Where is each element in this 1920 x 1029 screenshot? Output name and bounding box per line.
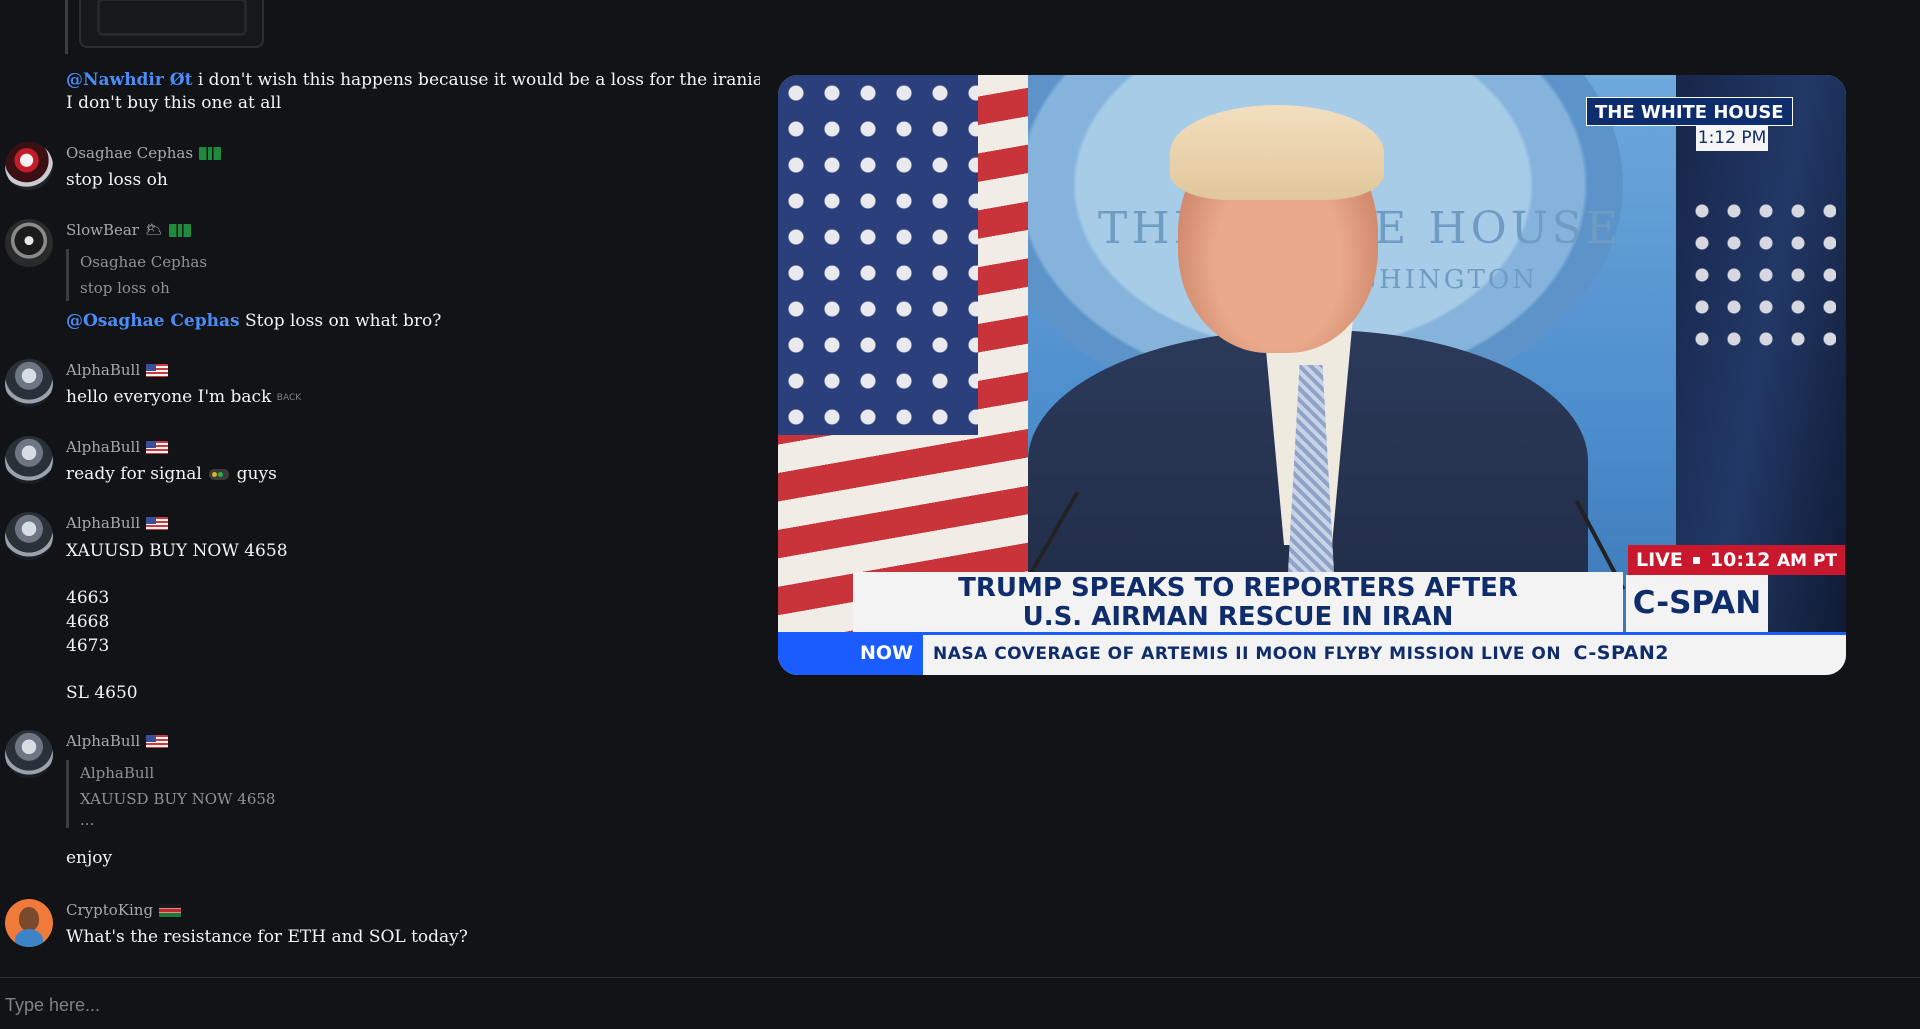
reply-quote[interactable]: Osaghae Cephas stop loss oh — [66, 249, 207, 301]
message-line: 4668 — [66, 612, 110, 632]
image-attachment[interactable] — [79, 0, 264, 48]
message-composer — [0, 977, 1920, 1029]
us-flag-backdrop — [778, 75, 1028, 635]
message-line: SL 4650 — [66, 683, 138, 703]
message-text: Stop loss on what bro? — [244, 311, 442, 331]
reply-quote[interactable]: AlphaBull XAUUSD BUY NOW 4658 ... — [66, 760, 275, 828]
live-dot-icon — [1692, 556, 1700, 564]
message-text: ready for signal — [66, 464, 202, 484]
back-arrow-icon: BACK — [276, 392, 302, 403]
message-line: 4673 — [66, 636, 110, 656]
speaker-hair — [1170, 105, 1384, 200]
message-text: guys — [236, 464, 277, 484]
chat-panel: @Nawhdir Øt i don't wish this happens be… — [0, 0, 760, 977]
username[interactable]: AlphaBull — [66, 438, 140, 456]
avatar[interactable] — [5, 436, 53, 484]
cspan-logo: C-SPAN — [1626, 575, 1768, 632]
message-line: 4663 — [66, 588, 110, 608]
avatar[interactable] — [5, 899, 53, 947]
quote-ellipsis: ... — [80, 811, 95, 829]
network-badge: THE WHITE HOUSE — [1586, 97, 1793, 126]
us-flag-icon — [146, 734, 169, 748]
quote-text: XAUUSD BUY NOW 4658 — [80, 790, 276, 808]
us-flag-icon — [146, 440, 169, 454]
traffic-light-icon — [209, 469, 230, 480]
us-flag-icon — [146, 363, 169, 377]
quote-author: Osaghae Cephas — [80, 253, 208, 271]
avatar[interactable] — [5, 359, 53, 407]
avatar[interactable] — [5, 219, 53, 267]
cloud-sun-icon: 🌥 — [144, 222, 163, 238]
message-line: XAUUSD BUY NOW 4658 — [66, 541, 288, 561]
live-time: 10:12 — [1709, 548, 1771, 571]
message-text: I don't buy this one at all — [66, 93, 282, 113]
headline-line-1: TRUMP SPEAKS TO REPORTERS AFTER — [958, 573, 1518, 603]
video-player[interactable]: THE WHITE HOUSE WASHINGTON THE WHITE HOU… — [778, 75, 1846, 675]
message-text: i don't wish this happens because it wou… — [197, 70, 760, 90]
avatar[interactable] — [5, 730, 53, 778]
mention-link[interactable]: @Nawhdir Øt — [66, 70, 192, 90]
username[interactable]: AlphaBull — [66, 732, 140, 750]
local-time: 1:12 PM — [1696, 125, 1768, 151]
ticker-label: NOW — [778, 632, 923, 675]
nigeria-flag-icon — [199, 146, 222, 160]
username[interactable]: CryptoKing — [66, 901, 153, 919]
live-badge: LIVE 10:12 AM PT — [1628, 545, 1846, 575]
message-input[interactable] — [5, 990, 1905, 1020]
avatar[interactable] — [5, 512, 53, 560]
message-text: enjoy — [66, 848, 113, 868]
avatar[interactable] — [5, 142, 53, 190]
quote-author: AlphaBull — [80, 764, 155, 782]
username[interactable]: Osaghae Cephas — [66, 144, 193, 162]
cspan2-logo: C-SPAN2 — [1573, 642, 1669, 664]
news-ticker: NOW NASA COVERAGE OF ARTEMIS II MOON FLY… — [778, 632, 1846, 675]
nigeria-flag-icon — [168, 223, 191, 237]
us-flag-icon — [146, 516, 169, 530]
username[interactable]: AlphaBull — [66, 361, 140, 379]
quote-text: stop loss oh — [80, 279, 170, 297]
quote-bar — [65, 0, 68, 54]
headline-line-2: U.S. AIRMAN RESCUE IN IRAN — [1022, 602, 1454, 632]
message-text: What's the resistance for ETH and SOL to… — [66, 927, 468, 947]
kenya-flag-icon — [159, 903, 182, 917]
message-text: stop loss oh — [66, 170, 168, 190]
ticker-text: NASA COVERAGE OF ARTEMIS II MOON FLYBY M… — [933, 644, 1562, 664]
message-text: hello everyone I'm back — [66, 387, 272, 407]
username[interactable]: AlphaBull — [66, 514, 140, 532]
mention-link[interactable]: @Osaghae Cephas — [66, 311, 240, 331]
live-time-zone: AM PT — [1776, 550, 1838, 571]
username[interactable]: SlowBear — [66, 221, 139, 239]
live-label: LIVE — [1636, 549, 1683, 571]
headline-banner: TRUMP SPEAKS TO REPORTERS AFTER U.S. AIR… — [853, 572, 1623, 632]
